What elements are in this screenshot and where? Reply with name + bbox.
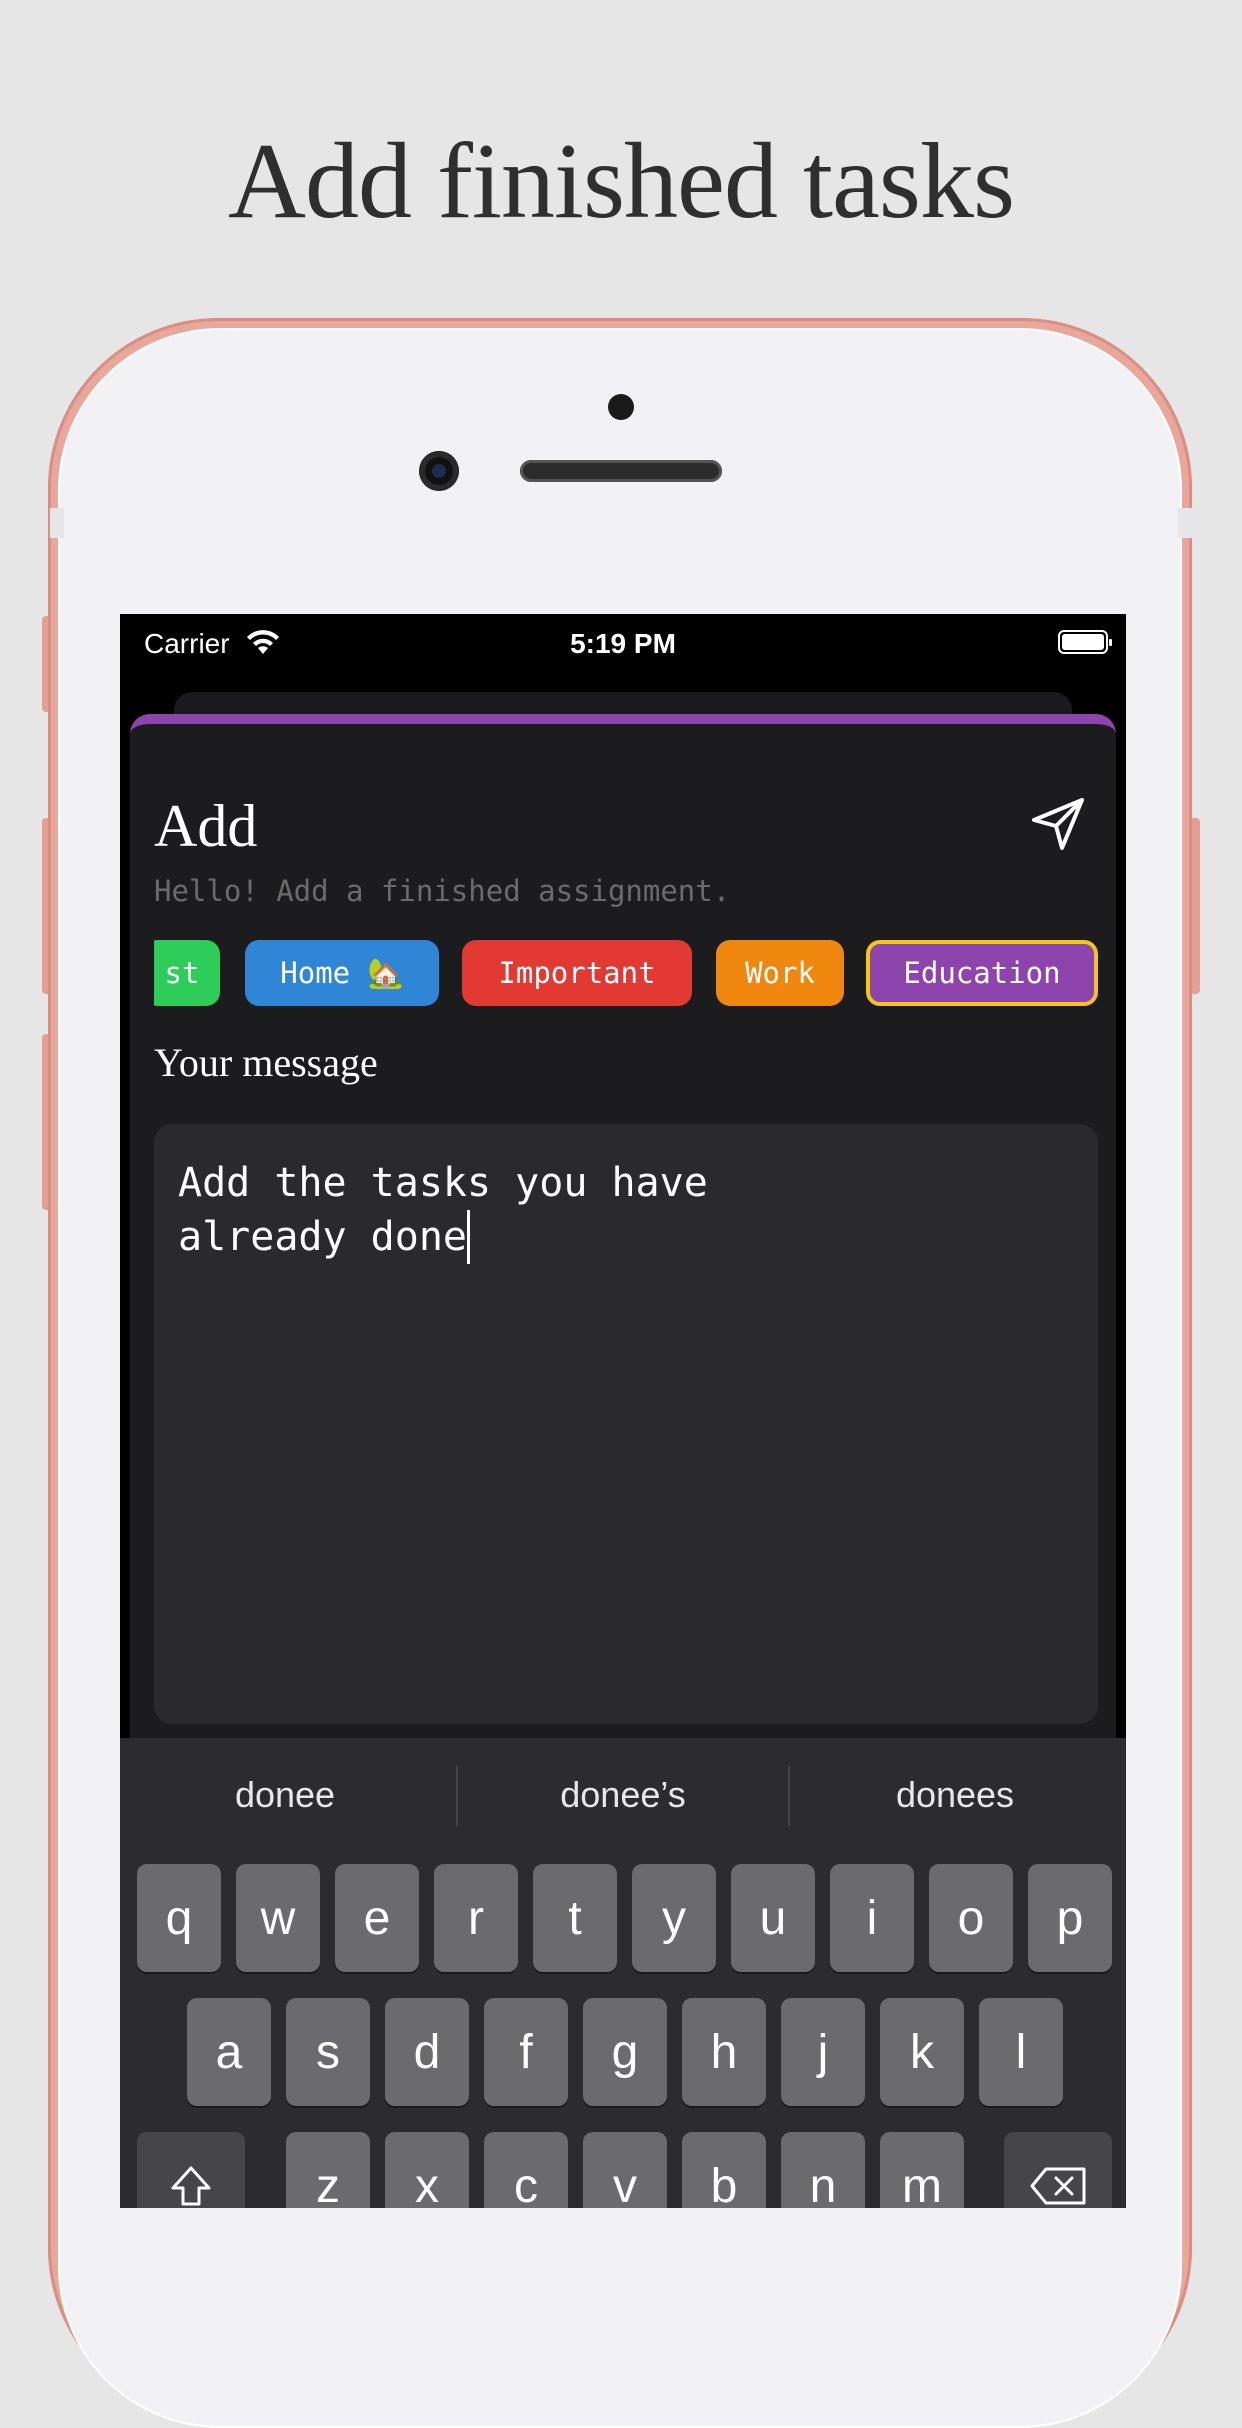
key-r[interactable]: r [434, 1864, 518, 1972]
message-line-2-text: already done [178, 1214, 467, 1260]
key-o[interactable]: o [929, 1864, 1013, 1972]
text-cursor [466, 1210, 470, 1264]
key-z[interactable]: z [286, 2132, 370, 2208]
key-f[interactable]: f [484, 1998, 568, 2106]
category-chip-home[interactable]: Home 🏡 [245, 940, 439, 1006]
key-x[interactable]: x [385, 2132, 469, 2208]
key-h[interactable]: h [682, 1998, 766, 2106]
key-t[interactable]: t [533, 1864, 617, 1972]
category-chip-label: Important [498, 956, 656, 990]
key-j[interactable]: j [781, 1998, 865, 2106]
key-y[interactable]: y [632, 1864, 716, 1972]
key-b[interactable]: b [682, 2132, 766, 2208]
proximity-sensor [608, 394, 634, 420]
key-e[interactable]: e [335, 1864, 419, 1972]
category-chip-education[interactable]: Education [866, 940, 1098, 1006]
key-p[interactable]: p [1028, 1864, 1112, 1972]
category-chip-list: st Home 🏡 Important Work Education [154, 940, 1098, 1010]
shift-key[interactable] [137, 2132, 245, 2208]
key-m[interactable]: m [880, 2132, 964, 2208]
suggestion-2[interactable]: donee’s [458, 1774, 788, 1816]
suggestion-3[interactable]: donees [790, 1774, 1120, 1816]
category-chip-label: Work [745, 956, 815, 990]
screen: Carrier 5:19 PM Add Hello! Add a finishe… [120, 614, 1126, 2208]
suggestion-1[interactable]: donee [120, 1774, 450, 1816]
headline: Add finished tasks [228, 122, 1015, 241]
key-v[interactable]: v [583, 2132, 667, 2208]
message-label: Your message [154, 1040, 378, 1085]
shift-icon [171, 2166, 211, 2206]
category-chip-work[interactable]: Work [716, 940, 844, 1006]
antenna-line-left [50, 508, 64, 538]
key-c[interactable]: c [484, 2132, 568, 2208]
key-g[interactable]: g [583, 1998, 667, 2106]
key-u[interactable]: u [731, 1864, 815, 1972]
status-time: 5:19 PM [570, 628, 676, 659]
key-n[interactable]: n [781, 2132, 865, 2208]
key-k[interactable]: k [880, 1998, 964, 2106]
key-d[interactable]: d [385, 1998, 469, 2106]
category-chip-test[interactable]: st [154, 940, 220, 1006]
key-q[interactable]: q [137, 1864, 221, 1972]
delete-key[interactable] [1004, 2132, 1112, 2208]
antenna-line-right [1178, 508, 1192, 538]
category-chip-label: Education [903, 956, 1061, 990]
suggestion-bar: donee donee’s donees [120, 1738, 1126, 1858]
category-chip-important[interactable]: Important [462, 940, 692, 1006]
key-l[interactable]: l [979, 1998, 1063, 2106]
category-chip-label: Home 🏡 [280, 955, 404, 990]
key-s[interactable]: s [286, 1998, 370, 2106]
send-icon[interactable] [1028, 792, 1090, 854]
key-i[interactable]: i [830, 1864, 914, 1972]
earpiece-speaker [520, 460, 722, 482]
key-a[interactable]: a [187, 1998, 271, 2106]
message-line-2: already done [178, 1210, 1074, 1264]
status-bar: Carrier 5:19 PM [120, 614, 1126, 674]
message-line-1: Add the tasks you have [178, 1160, 708, 1206]
delete-icon [1030, 2167, 1086, 2205]
sheet-subtitle: Hello! Add a finished assignment. [154, 874, 731, 908]
front-camera [419, 451, 459, 491]
keyboard: donee donee’s donees q w e r t y u i o p… [120, 1738, 1126, 2208]
battery-icon [1058, 630, 1112, 654]
message-input[interactable]: Add the tasks you have already done [154, 1124, 1098, 1724]
key-w[interactable]: w [236, 1864, 320, 1972]
sheet-title: Add [154, 793, 258, 859]
category-chip-label: st [164, 956, 200, 990]
